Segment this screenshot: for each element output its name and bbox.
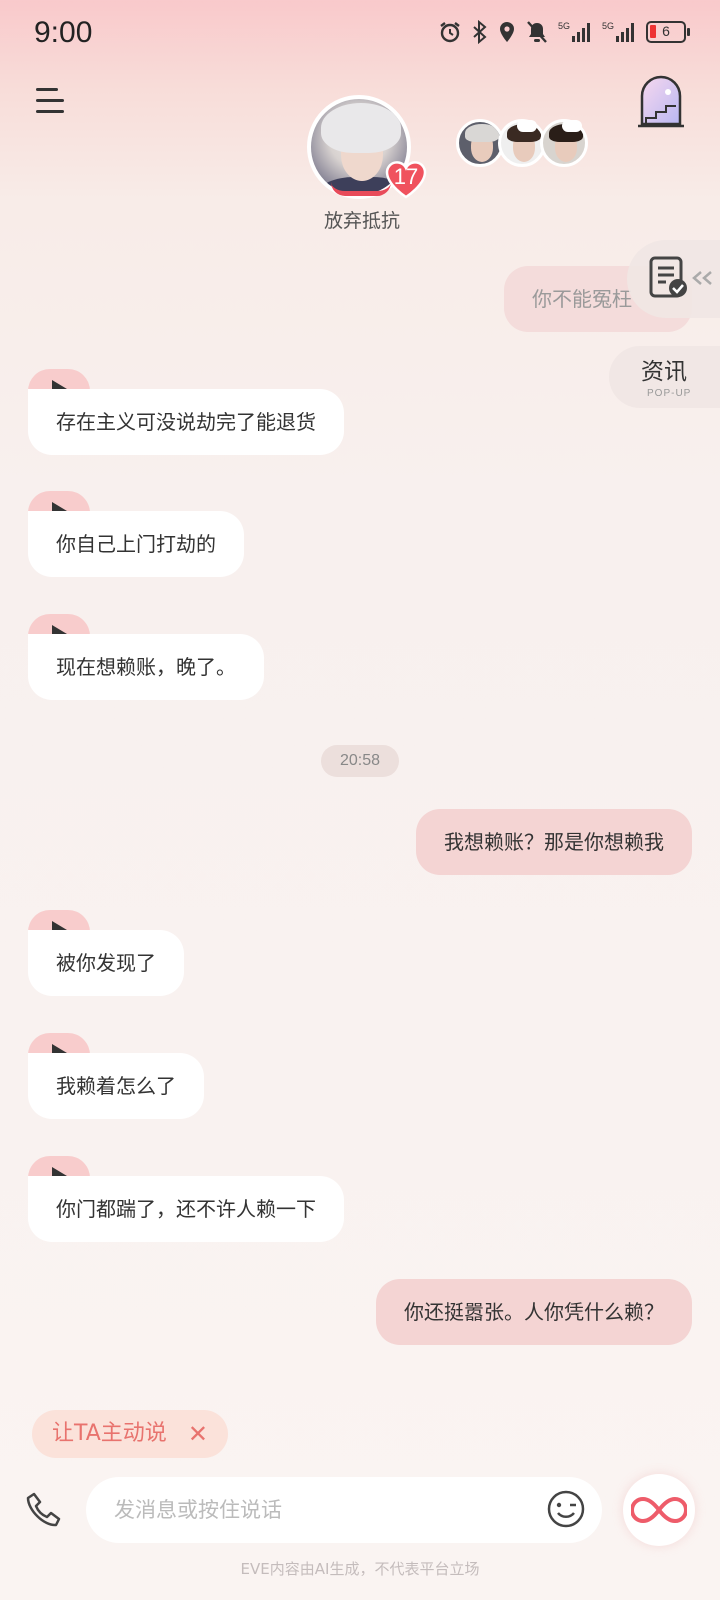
affection-level: 17: [393, 164, 419, 189]
let-ta-speak-chip[interactable]: 让TA主动说 ✕: [32, 1410, 228, 1458]
ai-message[interactable]: 你门都踹了，还不许人赖一下: [28, 1176, 344, 1242]
infinity-icon: [631, 1496, 687, 1524]
news-sub: POP-UP: [647, 388, 692, 399]
mini-avatar-1[interactable]: [456, 119, 504, 167]
phone-icon[interactable]: [24, 1490, 64, 1530]
notes-tab[interactable]: [627, 240, 720, 318]
location-icon: [500, 22, 514, 42]
ai-message[interactable]: 我赖着怎么了: [28, 1053, 204, 1119]
battery-icon: 6: [646, 21, 690, 43]
status-bar: 9:00 5G 5G 6: [0, 0, 720, 70]
user-message[interactable]: 你还挺嚣张。人你凭什么赖？: [376, 1279, 692, 1345]
cloud-decoration: [517, 120, 537, 132]
mute-bell-icon: [527, 21, 547, 43]
message-input[interactable]: 发消息或按住说话: [86, 1477, 602, 1543]
timestamp: 20:58: [321, 745, 399, 777]
net-label: 5G: [558, 21, 570, 31]
status-time: 9:00: [34, 16, 93, 49]
bluetooth-icon: [473, 20, 487, 44]
signal-icon-2: 5G: [602, 21, 634, 42]
gate-icon[interactable]: [636, 74, 686, 130]
ai-infinity-button[interactable]: [623, 1474, 695, 1546]
affection-arc: [331, 182, 391, 196]
ai-message[interactable]: 你自己上门打劫的: [28, 511, 244, 577]
cloud-decoration: [562, 120, 582, 132]
ai-message[interactable]: 现在想赖账，晚了。: [28, 634, 264, 700]
document-check-icon: [649, 256, 687, 298]
ai-message[interactable]: 存在主义可没说劫完了能退货: [28, 389, 344, 455]
character-name[interactable]: 放弃抵抗: [300, 206, 424, 233]
user-message[interactable]: 我想赖账？那是你想赖我: [416, 809, 692, 875]
chip-label: 让TA主动说: [52, 1421, 167, 1446]
news-tab[interactable]: 资讯 POP-UP: [609, 346, 720, 408]
close-icon[interactable]: ✕: [188, 1410, 208, 1458]
status-icons: 5G 5G 6: [438, 20, 690, 44]
ai-message[interactable]: 被你发现了: [28, 930, 184, 996]
alarm-icon: [440, 22, 460, 43]
signal-icon: 5G: [558, 21, 590, 42]
news-label: 资讯: [641, 359, 687, 385]
net-label-2: 5G: [602, 21, 614, 31]
ai-disclaimer: EVE内容由AI生成，不代表平台立场: [240, 1560, 480, 1578]
emoji-icon[interactable]: [546, 1489, 586, 1529]
menu-icon[interactable]: [36, 88, 68, 120]
double-chevron-left-icon: [692, 271, 712, 285]
